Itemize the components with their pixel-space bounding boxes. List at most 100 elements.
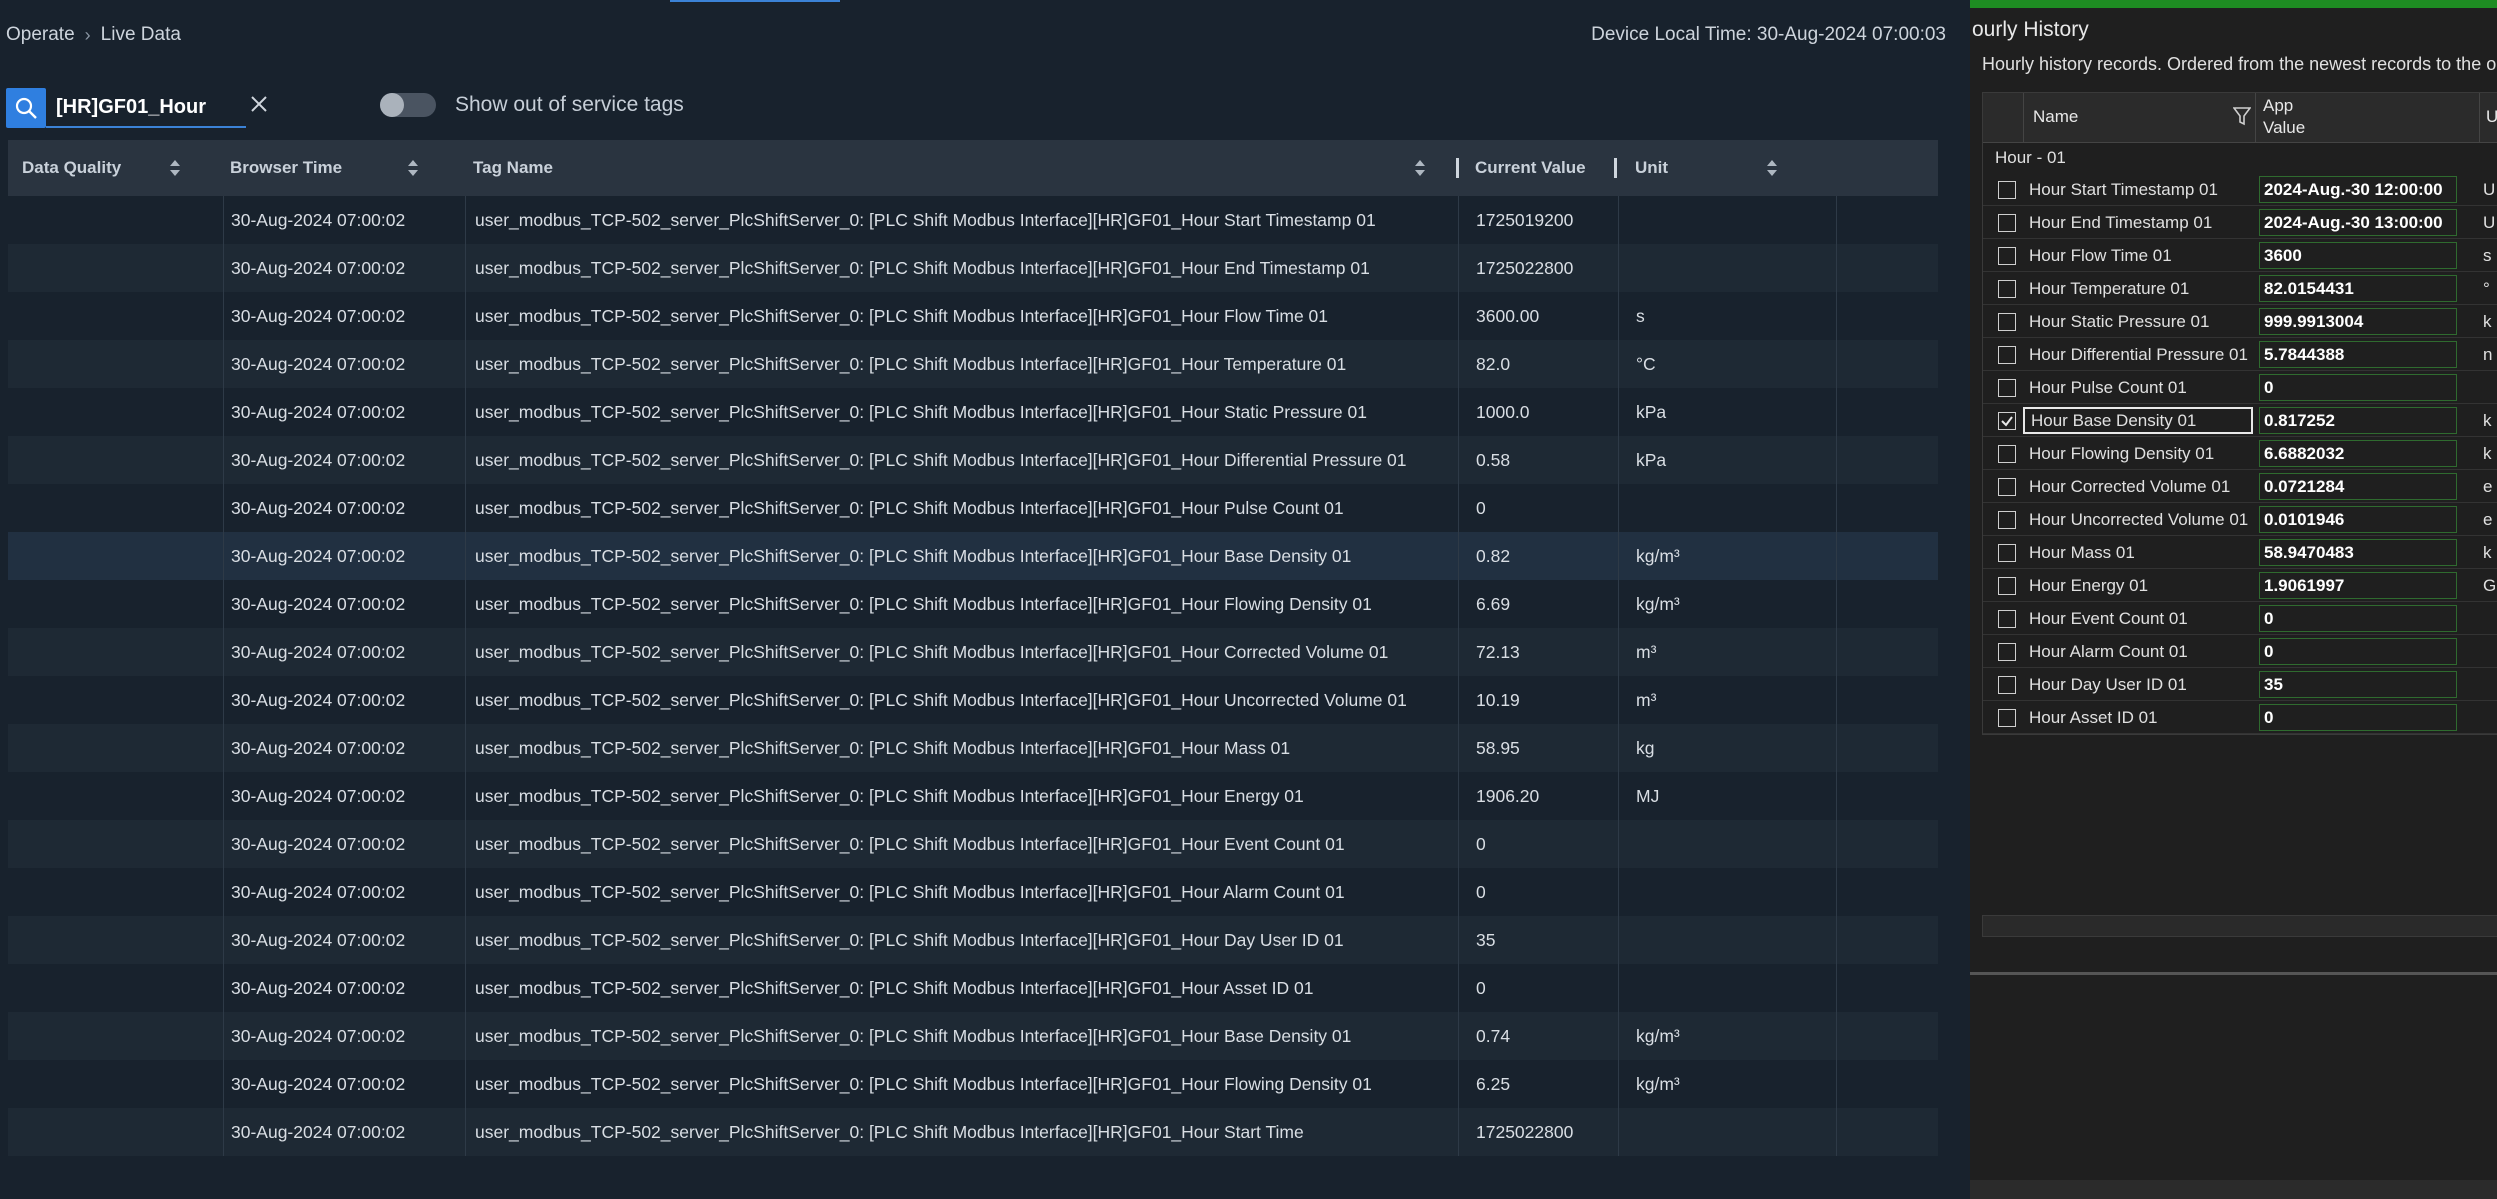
sort-icon[interactable] [1765, 158, 1779, 178]
column-resize-handle[interactable] [1614, 158, 1617, 178]
table-row[interactable]: 30-Aug-2024 07:00:02 user_modbus_TCP-502_… [8, 628, 1938, 676]
row-checkbox[interactable] [1998, 577, 2016, 595]
history-value-cell[interactable]: 0 [2259, 704, 2457, 731]
history-unit-cell: n [2483, 344, 2493, 364]
history-row[interactable]: Hour Flowing Density 01 6.6882032 k [1983, 437, 2497, 470]
history-row[interactable]: Hour Day User ID 01 35 [1983, 668, 2497, 701]
sort-icon[interactable] [406, 158, 420, 178]
history-row[interactable]: Hour Start Timestamp 01 2024-Aug.-30 12:0… [1983, 173, 2497, 206]
history-row[interactable]: Hour Temperature 01 82.0154431 ° [1983, 272, 2497, 305]
horizontal-scrollbar[interactable] [1982, 915, 2497, 937]
history-value-cell[interactable]: 82.0154431 [2259, 275, 2457, 302]
header-app-value[interactable]: App Value [2263, 95, 2305, 139]
history-value-cell[interactable]: 999.9913004 [2259, 308, 2457, 335]
table-row[interactable]: 30-Aug-2024 07:00:02 user_modbus_TCP-502_… [8, 196, 1938, 244]
history-value-cell[interactable]: 2024-Aug.-30 12:00:00 [2259, 176, 2457, 203]
row-checkbox[interactable] [1998, 709, 2016, 727]
cell-divider [1458, 772, 1459, 820]
header-browser-time[interactable]: Browser Time [230, 140, 430, 196]
table-row[interactable]: 30-Aug-2024 07:00:02 user_modbus_TCP-502_… [8, 916, 1938, 964]
table-row[interactable]: 30-Aug-2024 07:00:02 user_modbus_TCP-502_… [8, 964, 1938, 1012]
row-checkbox[interactable] [1998, 643, 2016, 661]
history-value-cell[interactable]: 0.817252 [2259, 407, 2457, 434]
history-value-cell[interactable]: 0.0721284 [2259, 473, 2457, 500]
row-checkbox[interactable] [1998, 313, 2016, 331]
row-checkbox[interactable] [1998, 610, 2016, 628]
row-checkbox[interactable] [1998, 346, 2016, 364]
header-unit[interactable]: U [2486, 107, 2497, 127]
row-checkbox[interactable] [1998, 181, 2016, 199]
table-row[interactable]: 30-Aug-2024 07:00:02 user_modbus_TCP-502_… [8, 676, 1938, 724]
cell-divider [465, 436, 466, 484]
out-of-service-toggle[interactable] [380, 93, 436, 117]
sort-icon[interactable] [1413, 158, 1427, 178]
row-checkbox[interactable] [1998, 676, 2016, 694]
history-value-cell[interactable]: 1.9061997 [2259, 572, 2457, 599]
table-row[interactable]: 30-Aug-2024 07:00:02 user_modbus_TCP-502_… [8, 292, 1938, 340]
table-row[interactable]: 30-Aug-2024 07:00:02 user_modbus_TCP-502_… [8, 532, 1938, 580]
history-row[interactable]: Hour Flow Time 01 3600 s [1983, 239, 2497, 272]
header-current-value[interactable]: Current Value [1475, 140, 1625, 196]
history-value-cell[interactable]: 2024-Aug.-30 13:00:00 [2259, 209, 2457, 236]
history-row[interactable]: Hour Mass 01 58.9470483 k [1983, 536, 2497, 569]
table-row[interactable]: 30-Aug-2024 07:00:02 user_modbus_TCP-502_… [8, 724, 1938, 772]
table-row[interactable]: 30-Aug-2024 07:00:02 user_modbus_TCP-502_… [8, 580, 1938, 628]
header-name[interactable]: Name [2033, 107, 2078, 127]
history-value-cell[interactable]: 6.6882032 [2259, 440, 2457, 467]
history-row[interactable]: Hour Energy 01 1.9061997 G [1983, 569, 2497, 602]
table-row[interactable]: 30-Aug-2024 07:00:02 user_modbus_TCP-502_… [8, 820, 1938, 868]
row-checkbox[interactable] [1998, 379, 2016, 397]
cell-tag-name: user_modbus_TCP-502_server_PlcShiftServe… [475, 401, 1367, 422]
table-row[interactable]: 30-Aug-2024 07:00:02 user_modbus_TCP-502_… [8, 244, 1938, 292]
history-value-cell[interactable]: 5.7844388 [2259, 341, 2457, 368]
header-unit[interactable]: Unit [1635, 140, 1785, 196]
table-row[interactable]: 30-Aug-2024 07:00:02 user_modbus_TCP-502_… [8, 1012, 1938, 1060]
history-value-cell[interactable]: 0 [2259, 374, 2457, 401]
table-row[interactable]: 30-Aug-2024 07:00:02 user_modbus_TCP-502_… [8, 340, 1938, 388]
history-value-cell[interactable]: 0 [2259, 605, 2457, 632]
row-checkbox[interactable] [1998, 445, 2016, 463]
row-checkbox[interactable] [1998, 280, 2016, 298]
cell-browser-time: 30-Aug-2024 07:00:02 [231, 1121, 406, 1142]
filter-icon[interactable] [2233, 106, 2251, 126]
history-row[interactable]: Hour End Timestamp 01 2024-Aug.-30 13:00:… [1983, 206, 2497, 239]
search-box [6, 86, 250, 130]
group-row[interactable]: Hour - 01 [1983, 145, 2066, 171]
search-icon[interactable] [6, 88, 46, 128]
row-checkbox[interactable] [1998, 544, 2016, 562]
history-row[interactable]: Hour Static Pressure 01 999.9913004 k [1983, 305, 2497, 338]
column-resize-handle[interactable] [1456, 158, 1459, 178]
history-row[interactable]: Hour Pulse Count 01 0 [1983, 371, 2497, 404]
history-value-cell[interactable]: 35 [2259, 671, 2457, 698]
history-row[interactable]: Hour Base Density 01 0.817252 k [1983, 404, 2497, 437]
search-input[interactable] [46, 88, 246, 128]
history-row[interactable]: Hour Alarm Count 01 0 [1983, 635, 2497, 668]
row-checkbox[interactable] [1998, 412, 2016, 430]
table-row[interactable]: 30-Aug-2024 07:00:02 user_modbus_TCP-502_… [8, 1108, 1938, 1156]
row-checkbox[interactable] [1998, 247, 2016, 265]
table-row[interactable]: 30-Aug-2024 07:00:02 user_modbus_TCP-502_… [8, 1060, 1938, 1108]
table-row[interactable]: 30-Aug-2024 07:00:02 user_modbus_TCP-502_… [8, 772, 1938, 820]
history-value-cell[interactable]: 58.9470483 [2259, 539, 2457, 566]
history-value-cell[interactable]: 3600 [2259, 242, 2457, 269]
table-row[interactable]: 30-Aug-2024 07:00:02 user_modbus_TCP-502_… [8, 436, 1938, 484]
history-row[interactable]: Hour Asset ID 01 0 [1983, 701, 2497, 734]
table-row[interactable]: 30-Aug-2024 07:00:02 user_modbus_TCP-502_… [8, 868, 1938, 916]
header-data-quality[interactable]: Data Quality [22, 140, 222, 196]
header-tag-name[interactable]: Tag Name [473, 140, 873, 196]
history-row[interactable]: Hour Differential Pressure 01 5.7844388 n [1983, 338, 2497, 371]
pane-splitter[interactable] [1970, 972, 2497, 975]
table-row[interactable]: 30-Aug-2024 07:00:02 user_modbus_TCP-502_… [8, 484, 1938, 532]
history-value-cell[interactable]: 0.0101946 [2259, 506, 2457, 533]
history-row[interactable]: Hour Corrected Volume 01 0.0721284 e [1983, 470, 2497, 503]
breadcrumb-operate[interactable]: Operate [6, 24, 75, 46]
close-icon[interactable] [246, 91, 272, 117]
row-checkbox[interactable] [1998, 214, 2016, 232]
history-row[interactable]: Hour Uncorrected Volume 01 0.0101946 e [1983, 503, 2497, 536]
table-row[interactable]: 30-Aug-2024 07:00:02 user_modbus_TCP-502_… [8, 388, 1938, 436]
row-checkbox[interactable] [1998, 511, 2016, 529]
sort-icon[interactable] [168, 158, 182, 178]
row-checkbox[interactable] [1998, 478, 2016, 496]
history-row[interactable]: Hour Event Count 01 0 [1983, 602, 2497, 635]
history-value-cell[interactable]: 0 [2259, 638, 2457, 665]
